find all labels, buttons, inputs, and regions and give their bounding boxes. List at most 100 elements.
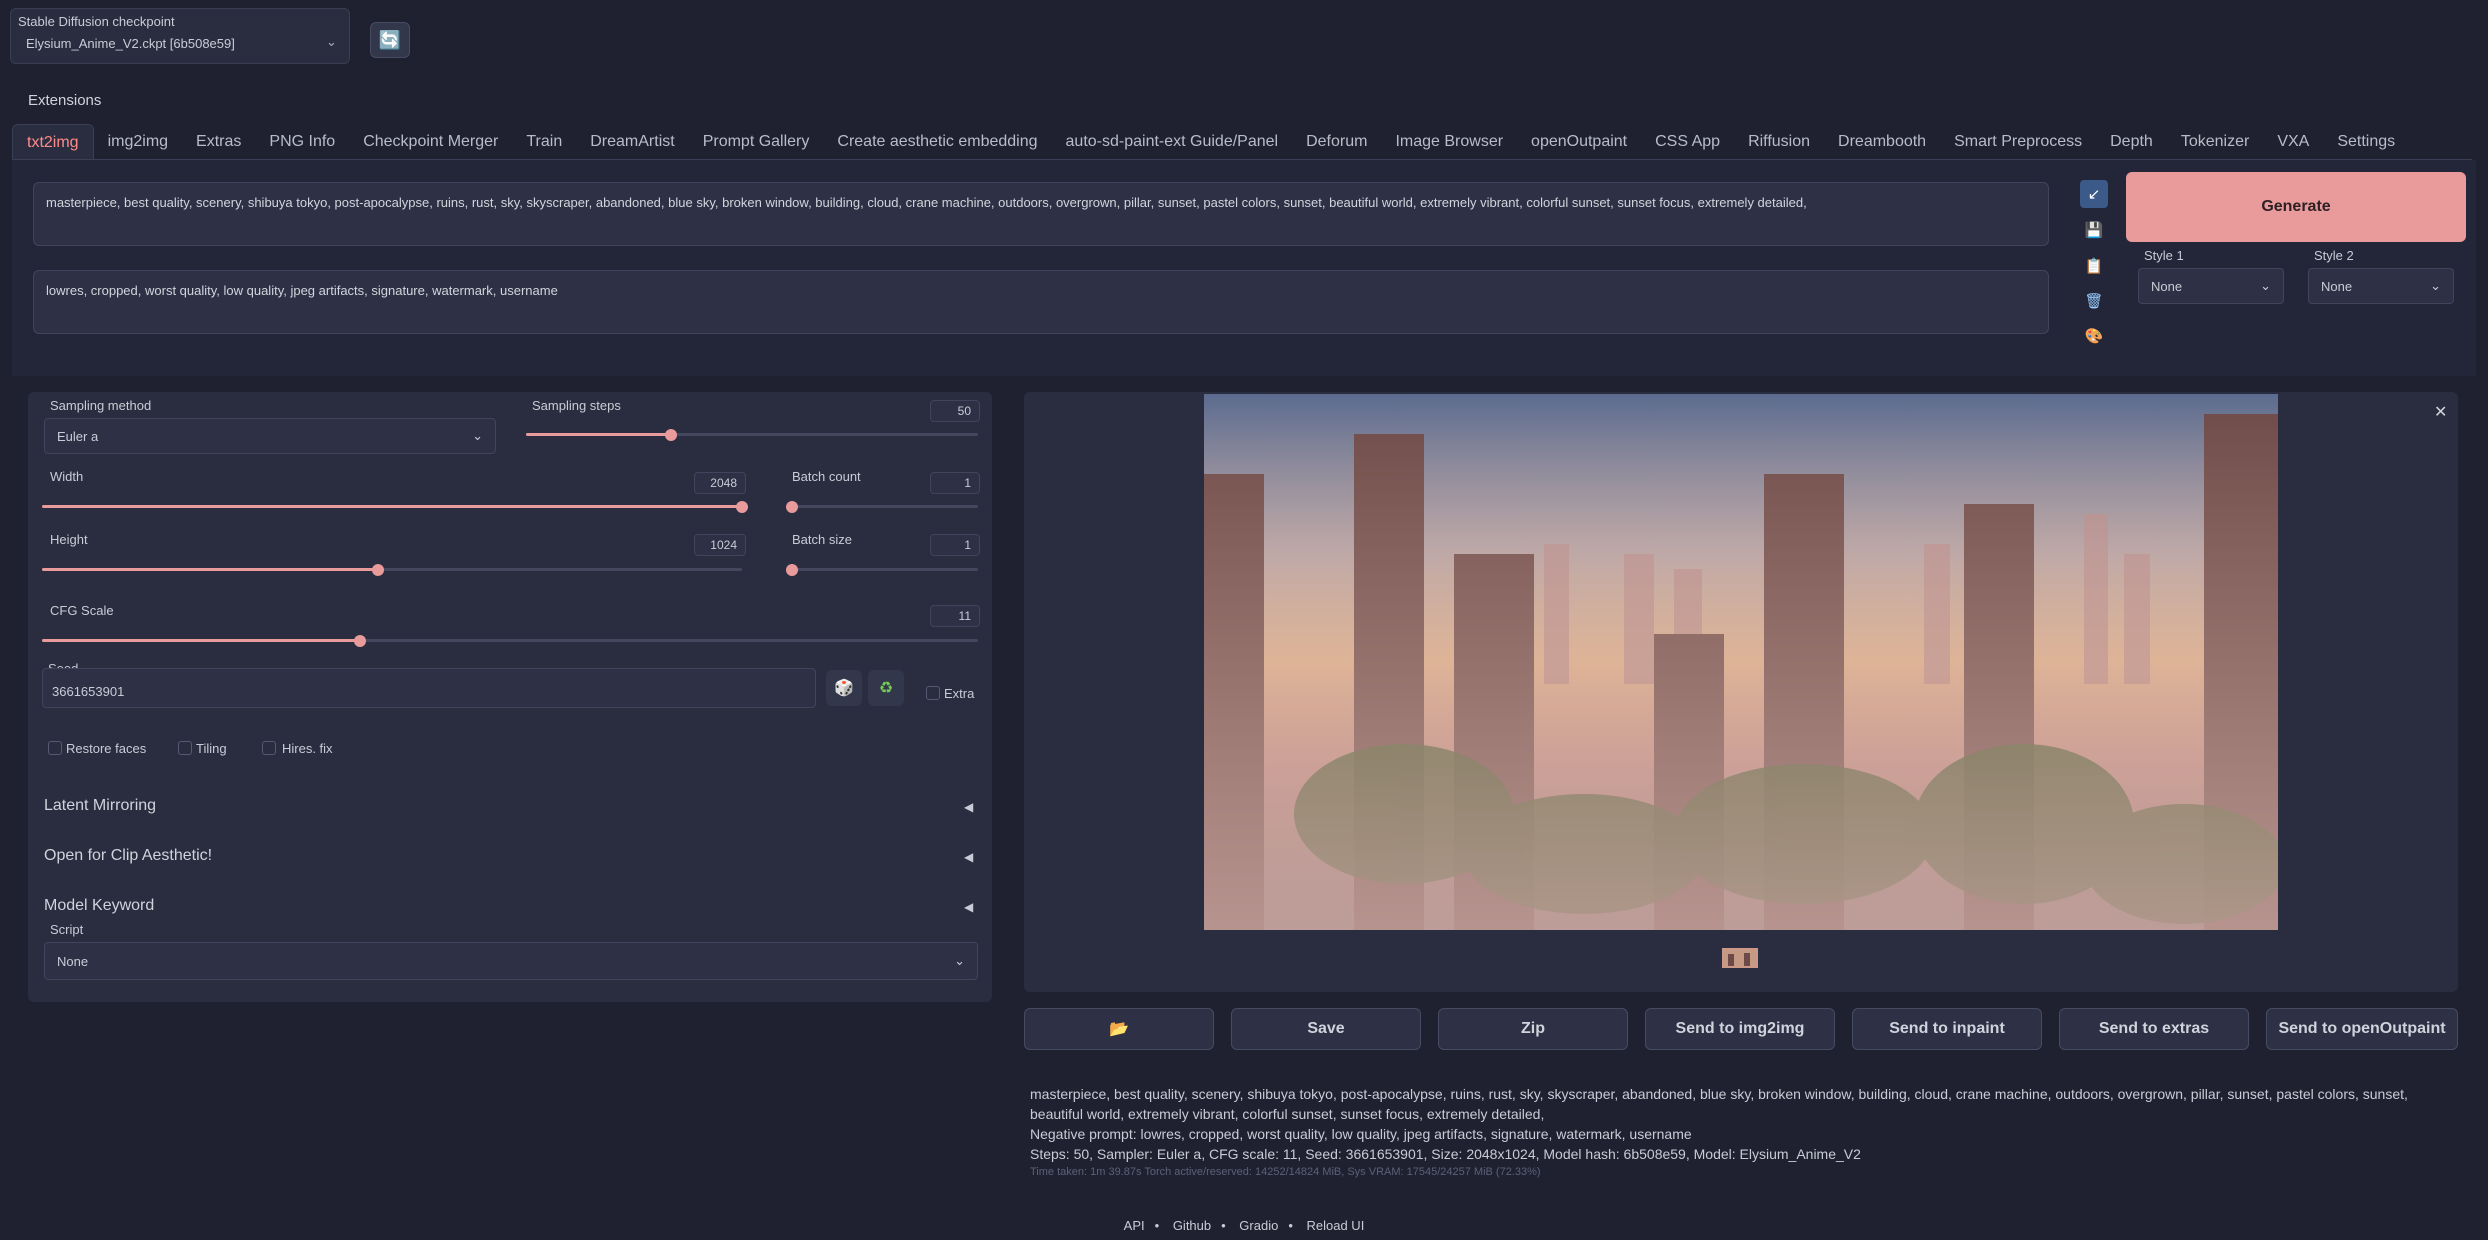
hires-fix-checkbox[interactable] [262, 741, 276, 755]
batch-count-knob[interactable] [786, 501, 798, 513]
footer-reload-link[interactable]: Reload UI [1307, 1218, 1365, 1233]
tab-smart-preprocess[interactable]: Smart Preprocess [1940, 124, 2096, 160]
tab-checkpoint-merger[interactable]: Checkpoint Merger [349, 124, 512, 160]
height-input[interactable]: 1024 [694, 534, 746, 556]
tab-riffusion[interactable]: Riffusion [1734, 124, 1824, 160]
cfg-knob[interactable] [354, 635, 366, 647]
accordion-model-keyword[interactable]: Model Keyword [44, 897, 974, 915]
tab-dreambooth[interactable]: Dreambooth [1824, 124, 1940, 160]
checkpoint-value: Elysium_Anime_V2.ckpt [6b508e59] [26, 36, 235, 51]
send-to-inpaint-button[interactable]: Send to inpaint [1852, 1008, 2042, 1050]
save-style-icon[interactable]: 💾 [2080, 216, 2108, 244]
collapse-arrow-icon: ◀ [964, 800, 974, 814]
tab-png-info[interactable]: PNG Info [255, 124, 349, 160]
width-input[interactable]: 2048 [694, 472, 746, 494]
batch-size-input[interactable]: 1 [930, 534, 980, 556]
accordion-clip-aesthetic[interactable]: Open for Clip Aesthetic! [44, 847, 974, 865]
script-value: None [57, 953, 89, 969]
palette-icon[interactable]: 🎨 [2080, 322, 2108, 350]
style2-select[interactable]: None ⌄ [2308, 268, 2454, 304]
tab-train[interactable]: Train [512, 124, 576, 160]
accordion-latent-mirroring[interactable]: Latent Mirroring [44, 797, 974, 815]
send-to-extras-button[interactable]: Send to extras [2059, 1008, 2249, 1050]
tab-deforum[interactable]: Deforum [1292, 124, 1381, 160]
close-icon[interactable]: ✕ [2434, 402, 2447, 422]
chevron-down-icon: ⌄ [472, 428, 483, 443]
info-prompt: masterpiece, best quality, scenery, shib… [1030, 1086, 2408, 1122]
footer-github-link[interactable]: Github [1173, 1218, 1211, 1233]
chevron-down-icon: ⌄ [954, 953, 965, 968]
height-label: Height [50, 532, 88, 547]
footer-gradio-link[interactable]: Gradio [1239, 1218, 1278, 1233]
paste-params-icon[interactable]: ↙ [2080, 180, 2108, 208]
generate-button[interactable]: Generate [2126, 172, 2466, 242]
zip-button[interactable]: Zip [1438, 1008, 1628, 1050]
recycle-icon[interactable]: ♻ [868, 670, 904, 706]
info-steps: Steps: 50, Sampler: Euler a, CFG scale: … [1030, 1146, 1861, 1162]
tiling-checkbox[interactable] [178, 741, 192, 755]
open-folder-button[interactable]: 📂 [1024, 1008, 1214, 1050]
style2-value: None [2321, 278, 2353, 294]
collapse-arrow-icon: ◀ [964, 850, 974, 864]
restore-faces-label: Restore faces [66, 741, 147, 756]
tab-image-browser[interactable]: Image Browser [1381, 124, 1517, 160]
clipboard-icon[interactable]: 📋 [2080, 252, 2108, 280]
negative-prompt-input[interactable]: lowres, cropped, worst quality, low qual… [33, 270, 2049, 334]
chevron-down-icon: ⌄ [326, 34, 337, 49]
height-fill [42, 568, 378, 571]
sampling-steps-knob[interactable] [665, 429, 677, 441]
checkpoint-title: Stable Diffusion checkpoint [18, 14, 175, 29]
width-fill [42, 505, 742, 508]
seed-input[interactable] [42, 668, 816, 708]
tab-img2img[interactable]: img2img [94, 124, 182, 160]
sampling-method-value: Euler a [57, 428, 99, 444]
tab-extras[interactable]: Extras [182, 124, 255, 160]
sampling-steps-input[interactable]: 50 [930, 400, 980, 422]
extensions-label: Extensions [28, 92, 102, 109]
batch-count-slider[interactable] [786, 505, 978, 508]
tab-depth[interactable]: Depth [2096, 124, 2167, 160]
generated-image[interactable] [1204, 394, 2278, 930]
batch-size-knob[interactable] [786, 564, 798, 576]
seed-value: 3661653901 [52, 684, 125, 699]
extra-checkbox[interactable] [926, 686, 940, 700]
prompt-input[interactable]: masterpiece, best quality, scenery, shib… [33, 182, 2049, 246]
height-knob[interactable] [372, 564, 384, 576]
cfg-fill [42, 639, 360, 642]
cfg-input[interactable]: 11 [930, 605, 980, 627]
send-to-openoutpaint-button[interactable]: Send to openOutpaint [2266, 1008, 2458, 1050]
refresh-button[interactable]: 🔄 [370, 22, 410, 58]
tab-prompt-gallery[interactable]: Prompt Gallery [689, 124, 824, 160]
image-thumbnail[interactable] [1722, 948, 1758, 968]
tab-auto-sd-paint-ext-guide-panel[interactable]: auto-sd-paint-ext Guide/Panel [1052, 124, 1293, 160]
cfg-label: CFG Scale [50, 603, 114, 618]
batch-size-slider[interactable] [786, 568, 978, 571]
script-select[interactable]: None ⌄ [44, 942, 978, 980]
sampling-steps-label: Sampling steps [532, 398, 621, 413]
restore-faces-checkbox[interactable] [48, 741, 62, 755]
tab-txt2img[interactable]: txt2img [12, 124, 94, 160]
style1-select[interactable]: None ⌄ [2138, 268, 2284, 304]
tab-settings[interactable]: Settings [2323, 124, 2409, 160]
tab-openoutpaint[interactable]: openOutpaint [1517, 124, 1641, 160]
send-to-img2img-button[interactable]: Send to img2img [1645, 1008, 1835, 1050]
width-knob[interactable] [736, 501, 748, 513]
dice-icon[interactable]: 🎲 [826, 670, 862, 706]
tab-vxa[interactable]: VXA [2263, 124, 2323, 160]
info-negative: Negative prompt: lowres, cropped, worst … [1030, 1126, 1692, 1142]
script-label: Script [50, 922, 84, 937]
style1-value: None [2151, 278, 2183, 294]
hires-fix-label: Hires. fix [282, 741, 333, 756]
chevron-down-icon: ⌄ [2260, 278, 2271, 293]
tab-dreamartist[interactable]: DreamArtist [576, 124, 688, 160]
tab-tokenizer[interactable]: Tokenizer [2167, 124, 2263, 160]
batch-count-input[interactable]: 1 [930, 472, 980, 494]
tab-create-aesthetic-embedding[interactable]: Create aesthetic embedding [823, 124, 1051, 160]
tab-css-app[interactable]: CSS App [1641, 124, 1734, 160]
footer-api-link[interactable]: API [1124, 1218, 1145, 1233]
sampling-method-select[interactable]: Euler a ⌄ [44, 418, 496, 454]
batch-size-label: Batch size [792, 532, 852, 547]
save-button[interactable]: Save [1231, 1008, 1421, 1050]
trash-icon[interactable]: 🗑 [2080, 287, 2108, 315]
batch-count-label: Batch count [792, 469, 861, 484]
